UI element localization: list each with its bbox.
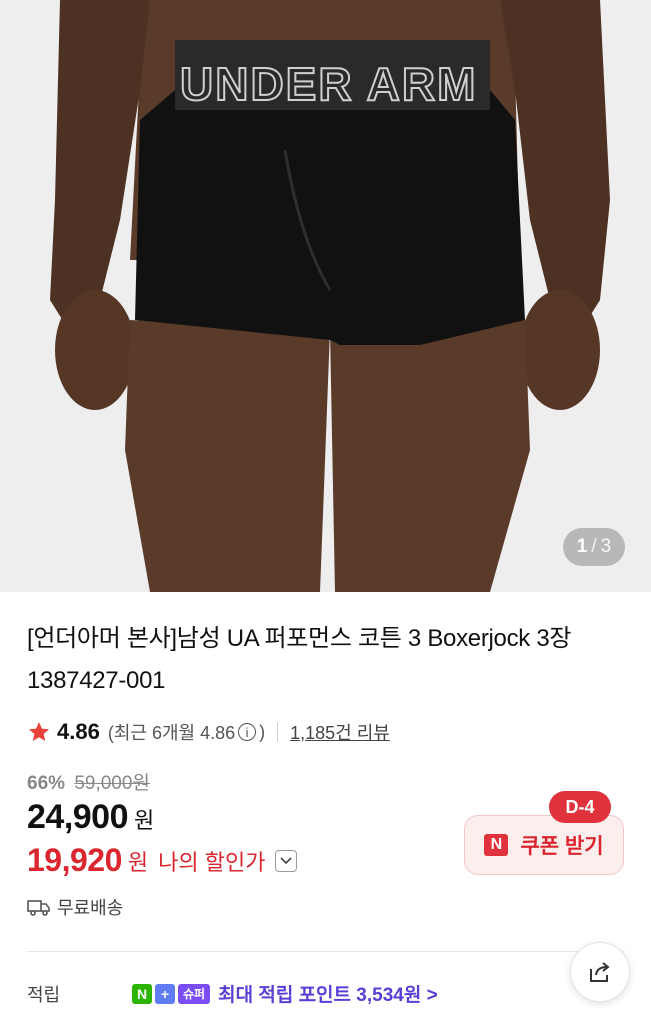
image-counter-separator: / [591, 536, 597, 557]
image-counter: 1 / 3 [563, 528, 625, 566]
image-counter-current: 1 [576, 536, 588, 557]
my-discount-price-row[interactable]: 19,920 원 나의 할인가 [27, 842, 298, 879]
points-label: 적립 [27, 984, 61, 1005]
product-photo-illustration: UNDER ARM [0, 0, 651, 592]
get-coupon-button[interactable]: N 쿠폰 받기 [464, 815, 624, 875]
my-discount-label: 나의 할인가 [158, 849, 266, 875]
coupon-deadline-badge: D-4 [549, 791, 611, 823]
super-badge: 슈퍼 [178, 983, 211, 1004]
price-row: 24,900 원 [27, 798, 154, 837]
chevron-down-icon[interactable] [275, 849, 298, 872]
naver-n-badge: N [132, 983, 152, 1004]
share-button[interactable] [570, 942, 630, 1002]
free-shipping-label: 무료배송 [57, 898, 124, 918]
points-row[interactable]: 적립 N + 슈퍼 최대 적립 포인트 3,534원 > [27, 980, 438, 1007]
share-icon [590, 962, 610, 982]
rating-value: 4.86 [57, 719, 100, 744]
product-image[interactable]: UNDER ARM 1 / 3 [0, 0, 651, 592]
review-count-link[interactable]: 1,185건 리뷰 [290, 719, 390, 745]
image-counter-total: 3 [600, 536, 612, 557]
n-pay-logo-icon: N [484, 834, 509, 856]
star-icon [29, 722, 49, 741]
sale-price-unit: 원 [134, 808, 155, 833]
rating-row: 4.86 (최근 6개월 4.86 i ) 1,185건 리뷰 [27, 716, 390, 748]
waistband-logo: UNDER ARM [180, 58, 477, 110]
discount-rate: 66% [27, 773, 66, 794]
truck-icon [27, 900, 50, 916]
section-divider [27, 951, 624, 952]
my-discount-price: 19,920 [27, 842, 122, 878]
info-icon[interactable]: i [238, 723, 257, 741]
product-title: [언더아머 본사]남성 UA 퍼포먼스 코튼 3 Boxerjock 3장 13… [27, 625, 572, 694]
recent-rating-label: (최근 6개월 4.86 [107, 723, 236, 743]
max-points-link[interactable]: 최대 적립 포인트 3,534원 > [218, 980, 438, 1007]
rating-divider [277, 722, 279, 742]
my-discount-price-unit: 원 [127, 849, 149, 875]
recent-rating-close: ) [259, 721, 266, 742]
get-coupon-label: 쿠폰 받기 [520, 835, 604, 858]
sale-price: 24,900 [27, 798, 129, 836]
naver-plus-badge: + [155, 983, 175, 1004]
shipping-info: 무료배송 [27, 894, 123, 920]
original-price: 59,000원 [74, 773, 150, 794]
discount-row: 66% 59,000원 [27, 768, 150, 795]
